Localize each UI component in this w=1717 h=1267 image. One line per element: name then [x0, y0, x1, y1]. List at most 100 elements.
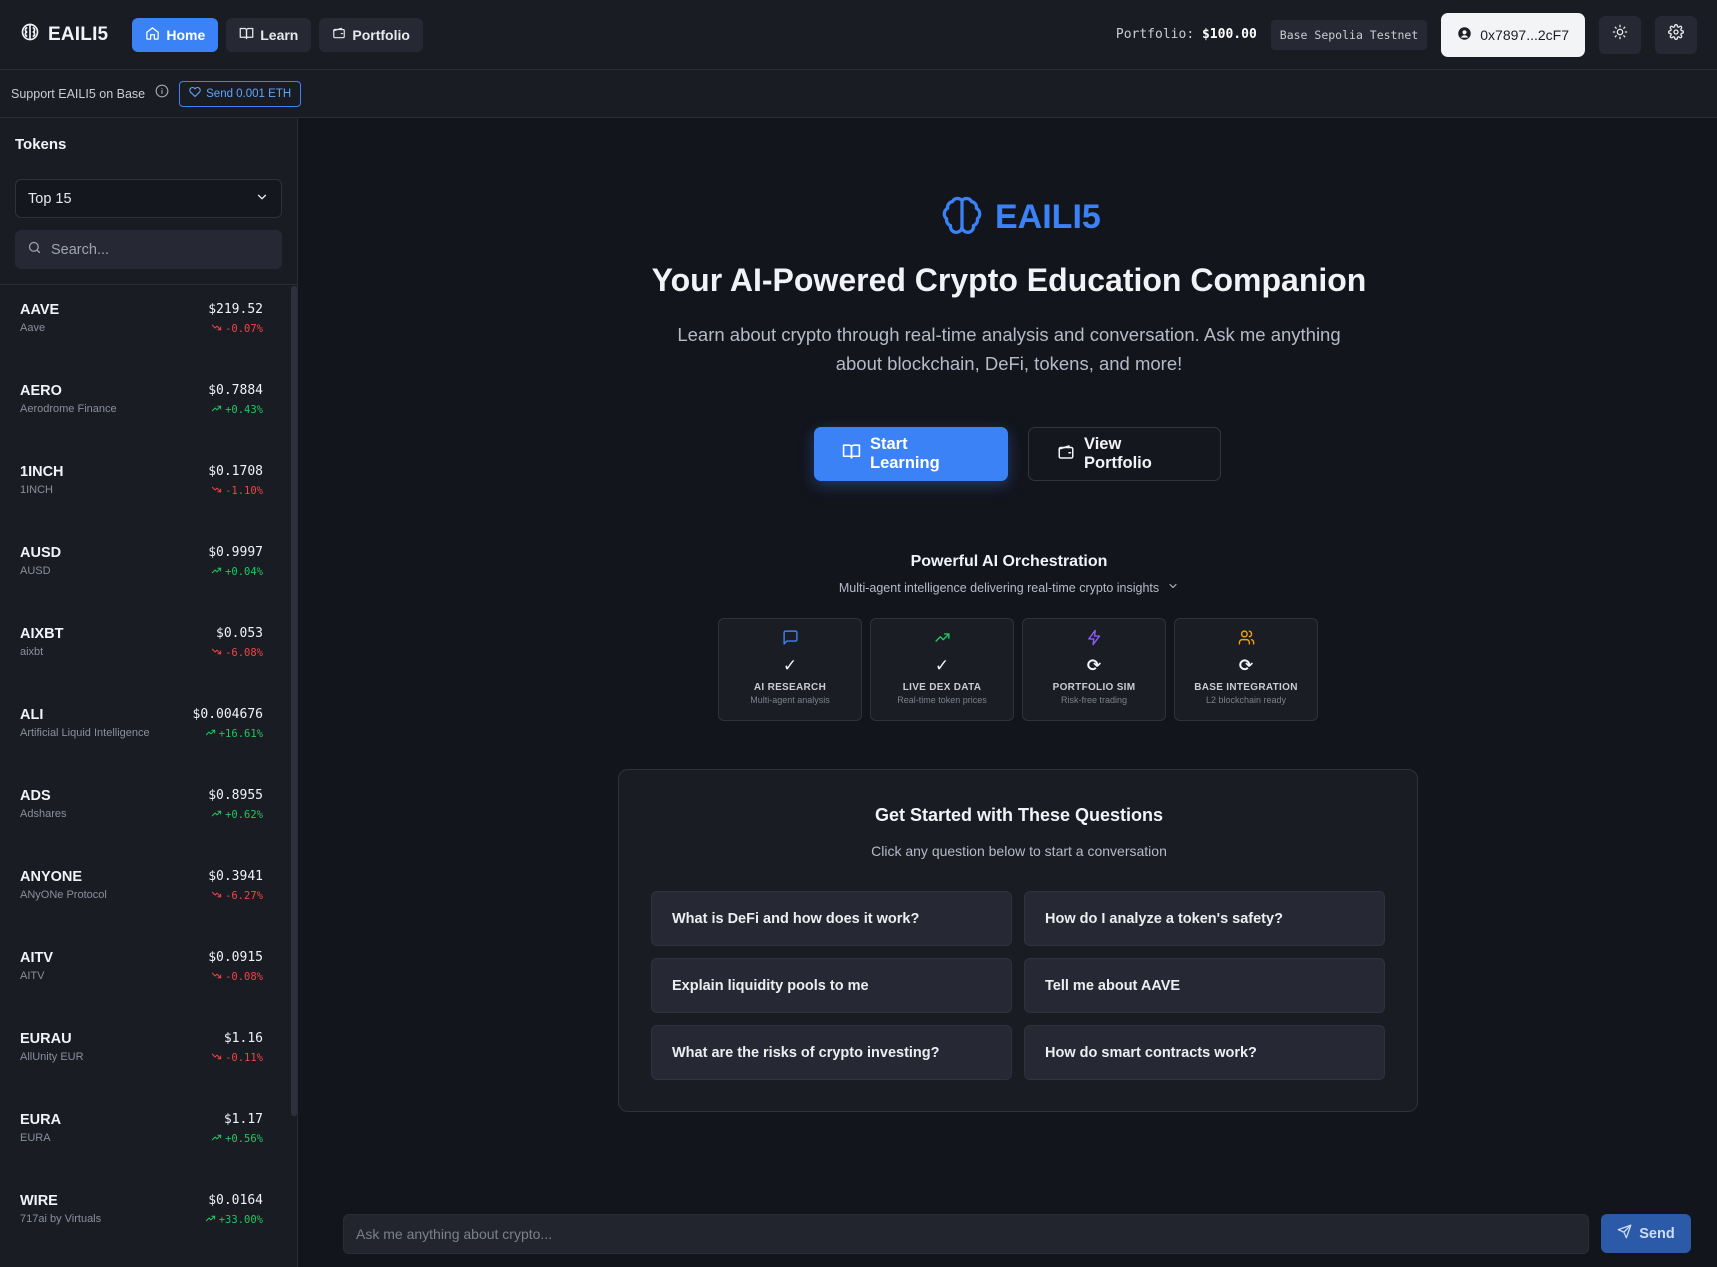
token-row-aave[interactable]: AAVE Aave $219.52 -0.07%	[0, 285, 290, 366]
token-name: AllUnity EUR	[20, 1051, 84, 1063]
question-button[interactable]: How do I analyze a token's safety?	[1024, 891, 1385, 946]
token-info: 1INCH 1INCH	[20, 464, 64, 528]
token-row-eurau[interactable]: EURAU AllUnity EUR $1.16 -0.11%	[0, 1014, 290, 1095]
main-nav: Home Learn Portfolio	[132, 17, 423, 52]
token-row-ausd[interactable]: AUSD AUSD $0.9997 +0.04%	[0, 528, 290, 609]
top-header: EAILI5 Home Learn Portfolio Portfolio: $…	[0, 0, 1717, 70]
orchestration-subtitle[interactable]: Multi-agent intelligence delivering real…	[299, 580, 1717, 595]
nav-portfolio-label: Portfolio	[352, 26, 410, 43]
token-symbol: ADS	[20, 788, 51, 804]
chevron-down-icon	[255, 190, 269, 208]
home-icon	[145, 26, 160, 44]
wallet-button[interactable]: 0x7897...2cF7	[1441, 12, 1585, 57]
trending-up-icon	[211, 808, 222, 822]
feature-name: LIVE DEX DATA	[902, 682, 982, 693]
token-price-info: $219.52 -0.07%	[208, 302, 263, 366]
token-info: WIRE 717ai by Virtuals	[20, 1193, 101, 1257]
start-learning-button[interactable]: Start Learning	[814, 427, 1008, 481]
settings-button[interactable]	[1655, 15, 1697, 54]
info-icon[interactable]	[155, 84, 169, 103]
brain-logo-icon	[20, 22, 40, 47]
token-name: Aerodrome Finance	[20, 403, 117, 415]
user-circle-icon	[1457, 26, 1472, 44]
send-button[interactable]: Send	[1601, 1214, 1691, 1253]
send-label: Send	[1639, 1225, 1675, 1242]
view-portfolio-button[interactable]: View Portfolio	[1028, 427, 1221, 481]
token-row-ads[interactable]: ADS Adshares $0.8955 +0.62%	[0, 771, 290, 852]
token-change-value: -1.10%	[225, 485, 263, 497]
token-price: $0.053	[216, 626, 263, 641]
token-row-1inch[interactable]: 1INCH 1INCH $0.1708 -1.10%	[0, 447, 290, 528]
token-change: -6.08%	[211, 646, 263, 660]
brand[interactable]: EAILI5	[20, 22, 108, 47]
token-symbol: AAVE	[20, 302, 60, 318]
chat-bubble-icon	[782, 629, 799, 651]
token-price-info: $0.1708 -1.10%	[208, 464, 263, 528]
token-info: AITV AITV	[20, 950, 53, 1014]
token-change: +0.62%	[208, 808, 263, 822]
token-row-wire[interactable]: WIRE 717ai by Virtuals $0.0164 +33.00%	[0, 1176, 290, 1257]
orchestration-subtitle-text: Multi-agent intelligence delivering real…	[838, 580, 1160, 595]
questions-subtitle: Click any question below to start a conv…	[871, 843, 1167, 859]
token-symbol: 1INCH	[20, 464, 64, 480]
token-change: -0.11%	[211, 1051, 263, 1065]
orchestration-title: Powerful AI Orchestration	[910, 553, 1108, 570]
token-search-input[interactable]	[51, 241, 270, 258]
token-row-anyone[interactable]: ANYONE ANyONe Protocol $0.3941 -6.27%	[0, 852, 290, 933]
token-filter-select[interactable]: Top 15	[15, 179, 282, 218]
question-button[interactable]: What is DeFi and how does it work?	[651, 891, 1012, 946]
feature-cards: ✓ AI RESEARCH Multi-agent analysis ✓ LIV…	[718, 618, 1318, 721]
feature-name: BASE INTEGRATION	[1194, 682, 1298, 693]
feature-name: AI RESEARCH	[753, 682, 827, 693]
portfolio-value-display: Portfolio: $100.00	[1116, 27, 1257, 42]
nav-portfolio-button[interactable]: Portfolio	[319, 17, 423, 52]
question-button[interactable]: Tell me about AAVE	[1024, 958, 1385, 1013]
feature-ai-research: ✓ AI RESEARCH Multi-agent analysis	[718, 618, 862, 721]
portfolio-amount: $100.00	[1201, 27, 1257, 42]
token-row-aero[interactable]: AERO Aerodrome Finance $0.7884 +0.43%	[0, 366, 290, 447]
feature-desc: L2 blockchain ready	[1205, 695, 1287, 705]
send-eth-button[interactable]: Send 0.001 ETH	[179, 80, 302, 107]
hero-brand-name: EAILI5	[995, 198, 1101, 236]
token-price: $0.004676	[192, 707, 263, 722]
token-info: AIXBT aixbt	[20, 626, 64, 690]
token-change-value: -6.08%	[225, 647, 263, 659]
token-price: $219.52	[208, 302, 263, 317]
token-row-aixbt[interactable]: AIXBT aixbt $0.053 -6.08%	[0, 609, 290, 690]
trending-down-icon	[211, 889, 222, 903]
question-button[interactable]: How do smart contracts work?	[1024, 1025, 1385, 1080]
chat-input[interactable]	[343, 1214, 1589, 1254]
token-symbol: WIRE	[20, 1193, 58, 1209]
tokens-heading: Tokens	[15, 136, 67, 153]
token-change-value: +0.43%	[225, 404, 263, 416]
users-icon	[1238, 629, 1255, 651]
token-row-ali[interactable]: ALI Artificial Liquid Intelligence $0.0046…	[0, 690, 290, 771]
theme-toggle-button[interactable]	[1599, 15, 1641, 54]
nav-learn-button[interactable]: Learn	[226, 17, 312, 52]
token-change: -0.07%	[208, 322, 263, 336]
token-symbol: ALI	[20, 707, 44, 723]
token-row-aitv[interactable]: AITV AITV $0.0915 -0.08%	[0, 933, 290, 1014]
token-change-value: -0.11%	[225, 1052, 263, 1064]
token-price-info: $0.053 -6.08%	[211, 626, 263, 690]
hero-brand: EAILI5	[939, 192, 1101, 243]
token-name: AUSD	[20, 565, 51, 577]
token-list-scrollbar[interactable]	[291, 286, 297, 1116]
start-learning-label: Start Learning	[870, 435, 940, 472]
token-price: $0.7884	[208, 383, 263, 398]
token-symbol: AITV	[20, 950, 54, 966]
support-bar: Support EAILI5 on Base Send 0.001 ETH	[0, 70, 1717, 118]
token-change-value: +33.00%	[218, 1214, 263, 1226]
question-button[interactable]: What are the risks of crypto investing?	[651, 1025, 1012, 1080]
question-button[interactable]: Explain liquidity pools to me	[651, 958, 1012, 1013]
chat-bar: Send	[343, 1214, 1691, 1254]
wallet-address: 0x7897...2cF7	[1480, 26, 1569, 43]
token-price: $1.16	[223, 1031, 263, 1046]
token-change: +0.04%	[208, 565, 263, 579]
token-price-info: $0.7884 +0.43%	[208, 383, 263, 447]
token-symbol: EURAU	[20, 1031, 72, 1047]
nav-home-button[interactable]: Home	[132, 17, 219, 52]
token-name: Artificial Liquid Intelligence	[20, 727, 150, 739]
cta-row: Start Learning View Portfolio	[814, 427, 1221, 481]
token-row-eura[interactable]: EURA EURA $1.17 +0.56%	[0, 1095, 290, 1176]
